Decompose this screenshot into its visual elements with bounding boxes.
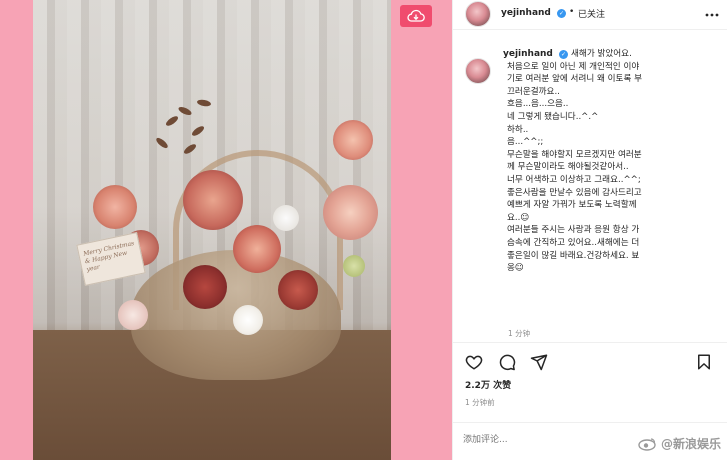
likes-count[interactable]: 2.2万 次赞: [465, 378, 511, 391]
flower-bloom: [323, 185, 378, 240]
verified-icon: ✓: [557, 9, 566, 18]
flower-bloom: [233, 225, 281, 273]
more-icon[interactable]: [705, 13, 719, 17]
flower-bloom: [333, 120, 373, 160]
flower-bloom: [118, 300, 148, 330]
flower-bloom: [93, 185, 137, 229]
caption-avatar[interactable]: [465, 58, 491, 84]
heart-icon[interactable]: [465, 353, 483, 371]
flower-bloom: [233, 305, 263, 335]
download-button[interactable]: [400, 5, 432, 27]
flower-bloom: [278, 270, 318, 310]
flower-bloom: [183, 170, 243, 230]
username[interactable]: yejinhand: [501, 8, 551, 18]
left-background-strip: [0, 0, 33, 460]
post-timestamp: 1 分钟前: [465, 398, 495, 407]
send-icon[interactable]: [530, 353, 548, 371]
post-side-panel: yejinhand ✓ • 已关注 yejinhand ✓ 새해가 밝았어요. …: [452, 0, 727, 460]
flower-bloom: [183, 265, 227, 309]
watermark: @新浪娱乐: [637, 435, 721, 452]
post-header: yejinhand ✓ • 已关注: [453, 0, 727, 30]
follow-status-button[interactable]: 已关注: [578, 7, 605, 20]
weibo-eye-icon: [638, 437, 656, 451]
bookmark-icon[interactable]: [695, 353, 713, 371]
post-photo: Merry Christmas & Happy New year: [33, 0, 391, 460]
dot-separator: •: [569, 7, 575, 17]
flower-bloom: [343, 255, 365, 277]
avatar[interactable]: [465, 1, 491, 27]
watermark-text: @新浪娱乐: [660, 437, 721, 451]
post-caption: 새해가 밝았어요. 처음으로 일이 아닌 제 개인적인 이야 기로 여러분 앞에…: [507, 49, 642, 274]
cloud-download-icon: [407, 9, 425, 22]
flower-bloom: [273, 205, 299, 231]
action-bar: [453, 342, 727, 376]
comment-icon[interactable]: [498, 353, 516, 371]
comment-input[interactable]: [463, 431, 603, 449]
caption-timestamp: 1 分钟: [508, 329, 531, 338]
